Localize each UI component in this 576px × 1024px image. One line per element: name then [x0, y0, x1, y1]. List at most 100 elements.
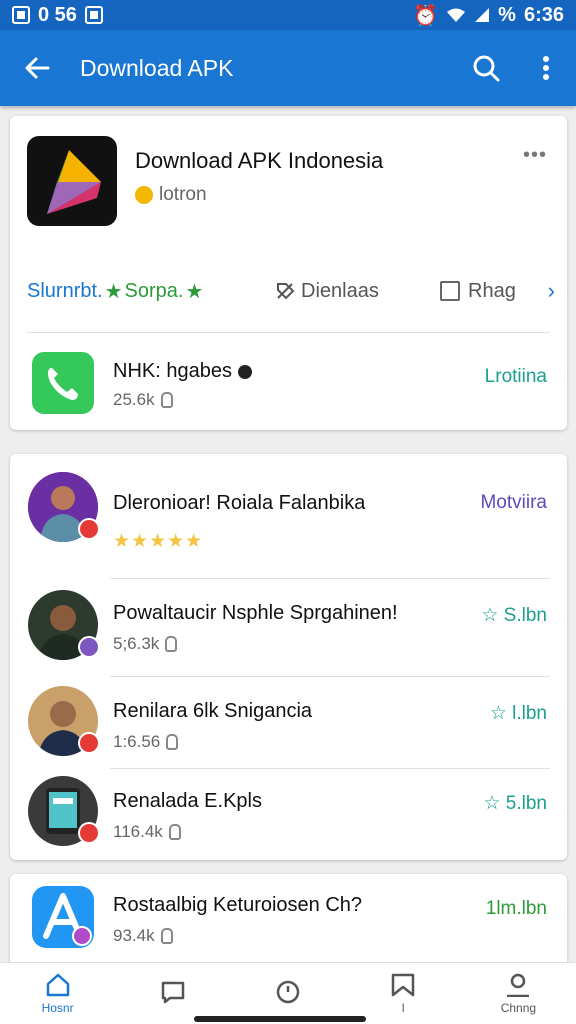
thumb-icon: [168, 824, 181, 840]
status-left-text: 0 56: [38, 3, 77, 26]
status-time: 6:36: [523, 3, 564, 26]
chip-row: Slurnrbt. ★ Sorpa. ★ Dienlaas Rhag ›: [10, 266, 567, 316]
thumb-icon: [165, 636, 178, 652]
featured-app-card: Download APK Indonesia lotron ••• Slurnr…: [10, 116, 567, 430]
item-title: Powaltaucir Nsphle Sprgahinen!: [113, 602, 398, 624]
item-meta: 93.4k: [113, 926, 173, 946]
home-indicator[interactable]: [194, 1016, 366, 1022]
avatar: [28, 590, 100, 660]
coin-icon: [135, 186, 153, 204]
chip-checkbox-label: Rhag: [468, 279, 516, 302]
bookmark-icon: [391, 973, 415, 996]
item-meta-text: 5;6.3k: [113, 634, 160, 653]
app-bar: Download APK: [0, 30, 576, 106]
item-title: Dleronioar! Roiala Falanbika: [113, 492, 366, 514]
item-title: Renilara 6lk Snigancia: [113, 700, 313, 722]
badge-icon: [78, 518, 100, 540]
chevron-right-icon[interactable]: ›: [548, 278, 555, 304]
list-item[interactable]: Rostaalbig Keturoiosen Ch? 93.4k 1lm.lbn: [10, 876, 567, 966]
item-meta: 25.6k: [113, 390, 173, 410]
page-title: Download APK: [80, 54, 234, 81]
item-action-button[interactable]: 1lm.lbn: [486, 898, 547, 920]
item-meta: 116.4k: [113, 822, 181, 842]
chip-checkbox[interactable]: Rhag: [440, 280, 516, 303]
alarm-icon: ⏰: [413, 4, 439, 27]
list-item[interactable]: NHK: hgabes 25.6k Lrotiina: [10, 342, 567, 432]
nav-home[interactable]: Hosnr: [0, 963, 115, 1024]
phone-app-icon: [32, 352, 94, 414]
divider: [110, 768, 550, 769]
nav-bookmarks-label: l: [401, 1000, 405, 1015]
item-meta-text: 25.6k: [113, 390, 155, 409]
app-name: Download APK Indonesia: [135, 148, 384, 173]
featured-app-header[interactable]: Download APK Indonesia lotron •••: [10, 116, 567, 246]
item-action-button[interactable]: ☆ 5.lbn: [483, 792, 547, 815]
list-item[interactable]: Powaltaucir Nsphle Sprgahinen! 5;6.3k ☆ …: [10, 584, 567, 674]
item-title: Renalada E.Kpls: [113, 790, 262, 812]
item-meta-text: 116.4k: [113, 822, 163, 841]
more-options-button[interactable]: [516, 30, 576, 106]
divider: [110, 578, 550, 579]
thumb-icon: [166, 734, 179, 750]
nav-bookmarks[interactable]: l: [346, 963, 461, 1024]
list-item[interactable]: Renilara 6lk Snigancia 1:6.56 ☆ l.lbn: [10, 680, 567, 770]
message-square-icon: [161, 981, 185, 1003]
chip-rating[interactable]: Slurnrbt. ★ Sorpa. ★: [27, 279, 203, 304]
item-meta-text: 93.4k: [113, 926, 155, 945]
chip-rating-sub: Sorpa.: [124, 279, 184, 302]
more-horizontal-icon[interactable]: •••: [523, 144, 547, 167]
arrow-left-icon: [25, 57, 50, 79]
chip-rating-label: Slurnrbt.: [27, 279, 103, 302]
item-action-button[interactable]: ☆ l.lbn: [490, 702, 547, 725]
star-icon: ★: [104, 280, 123, 303]
list-item[interactable]: Renalada E.Kpls 116.4k ☆ 5.lbn: [10, 770, 567, 860]
home-icon: [46, 973, 69, 996]
star-icon: ★: [185, 280, 204, 303]
search-button[interactable]: [456, 30, 516, 106]
bottom-navigation: Hosnr l Chnng: [0, 962, 576, 1024]
avatar: [28, 686, 100, 756]
nav-messages[interactable]: [115, 963, 230, 1024]
tag-icon: [277, 283, 295, 300]
nav-home-label: Hosnr: [41, 1000, 74, 1015]
item-title: Rostaalbig Keturoiosen Ch?: [113, 894, 363, 916]
app-developer: lotron: [135, 184, 207, 206]
divider: [110, 676, 550, 677]
app-logo-icon: [27, 136, 117, 226]
app-notification-icon: [84, 6, 103, 24]
badge-icon: [78, 822, 100, 844]
item-meta-text: 1:6.56: [113, 732, 161, 751]
clock-icon: [276, 980, 300, 1003]
badge-icon: [78, 732, 100, 754]
app-store-icon: [32, 886, 94, 948]
item-meta: 1:6.56: [113, 732, 179, 752]
status-right: ⏰ % 6:36: [413, 3, 564, 28]
checkbox-icon: [440, 281, 460, 301]
item-title-text: NHK: hgabes: [113, 360, 232, 382]
app-developer-label: lotron: [159, 184, 207, 205]
nav-profile[interactable]: Chnng: [461, 963, 576, 1024]
status-bar: 0 56 ⏰ % 6:36: [0, 0, 576, 30]
app-list-card: Dleronioar! Roiala Falanbika ★★★★★ Motvi…: [10, 454, 567, 860]
verified-icon: [237, 364, 252, 379]
status-left: 0 56: [12, 4, 103, 27]
battery-percent-icon: %: [498, 3, 516, 26]
more-vert-icon: [543, 56, 549, 80]
item-title: NHK: hgabes: [113, 360, 252, 383]
chip-download[interactable]: Dienlaas: [275, 280, 379, 303]
signal-icon: [475, 8, 490, 22]
chip-download-label: Dienlaas: [301, 279, 379, 302]
user-icon: [507, 973, 530, 997]
list-item[interactable]: Dleronioar! Roiala Falanbika ★★★★★ Motvi…: [10, 464, 567, 576]
item-action-button[interactable]: Motviira: [480, 492, 547, 514]
item-action-button[interactable]: Lrotiina: [485, 366, 547, 388]
nav-history[interactable]: [230, 963, 345, 1024]
item-action-button[interactable]: ☆ S.lbn: [481, 604, 547, 627]
app-list-card-2: Rostaalbig Keturoiosen Ch? 93.4k 1lm.lbn: [10, 874, 567, 974]
app-bar-actions: [456, 30, 576, 106]
back-button[interactable]: [0, 30, 74, 106]
badge-icon: [78, 636, 100, 658]
thumb-icon: [160, 928, 173, 944]
avatar: [28, 776, 100, 846]
thumb-icon: [160, 392, 173, 408]
